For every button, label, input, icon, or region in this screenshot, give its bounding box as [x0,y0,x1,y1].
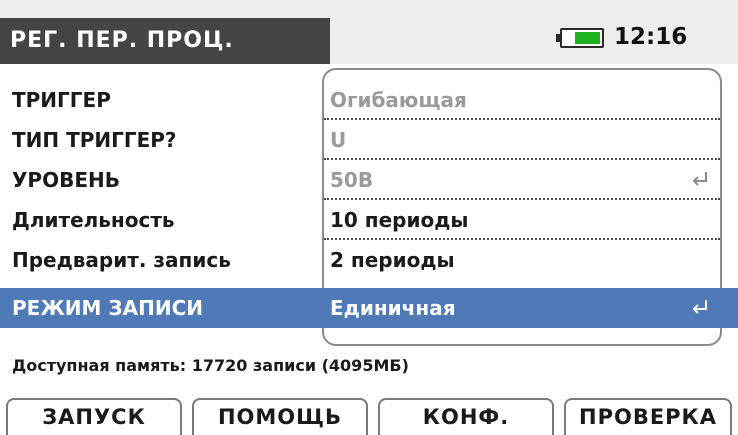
setting-row-level[interactable]: УРОВЕНЬ 50В [0,160,738,200]
setting-value[interactable]: Единичная [330,288,456,328]
available-memory-text: Доступная память: 17720 записи (4095МБ) [12,356,409,375]
setting-row-duration[interactable]: Длительность 10 периоды [0,200,738,240]
setting-row-trigger-type[interactable]: ТИП ТРИГГЕР? U [0,120,738,160]
setting-label: Длительность [12,208,175,232]
setting-label: ТРИГГЕР [12,88,111,112]
setting-value[interactable]: Огибающая [330,80,467,120]
setting-label: РЕЖИМ ЗАПИСИ [12,296,203,320]
screen-title: РЕГ. ПЕР. ПРОЦ. [0,18,330,64]
setting-value[interactable]: 50В [330,160,373,200]
help-button[interactable]: ПОМОЩЬ [192,398,368,435]
setting-label: УРОВЕНЬ [12,168,120,192]
battery-icon [556,28,604,48]
setting-label: Предварит. запись [12,248,231,272]
check-button[interactable]: ПРОВЕРКА [564,398,732,435]
setting-value[interactable]: 2 периоды [330,240,455,280]
status-bar: РЕГ. ПЕР. ПРОЦ. 12:16 [0,0,738,64]
setting-row-pretrigger[interactable]: Предварит. запись 2 периоды [0,240,738,280]
setting-value[interactable]: 10 периоды [330,200,469,240]
setting-row-trigger[interactable]: ТРИГГЕР Огибающая [0,80,738,120]
config-button[interactable]: КОНФ. [378,398,554,435]
enter-icon [692,172,707,186]
start-button[interactable]: ЗАПУСК [6,398,182,435]
enter-icon [692,300,707,314]
setting-row-record-mode[interactable]: РЕЖИМ ЗАПИСИ Единичная [0,288,738,328]
battery-level-fill [575,32,600,44]
setting-value[interactable]: U [330,120,346,160]
setting-label: ТИП ТРИГГЕР? [12,128,177,152]
clock: 12:16 [614,24,688,50]
